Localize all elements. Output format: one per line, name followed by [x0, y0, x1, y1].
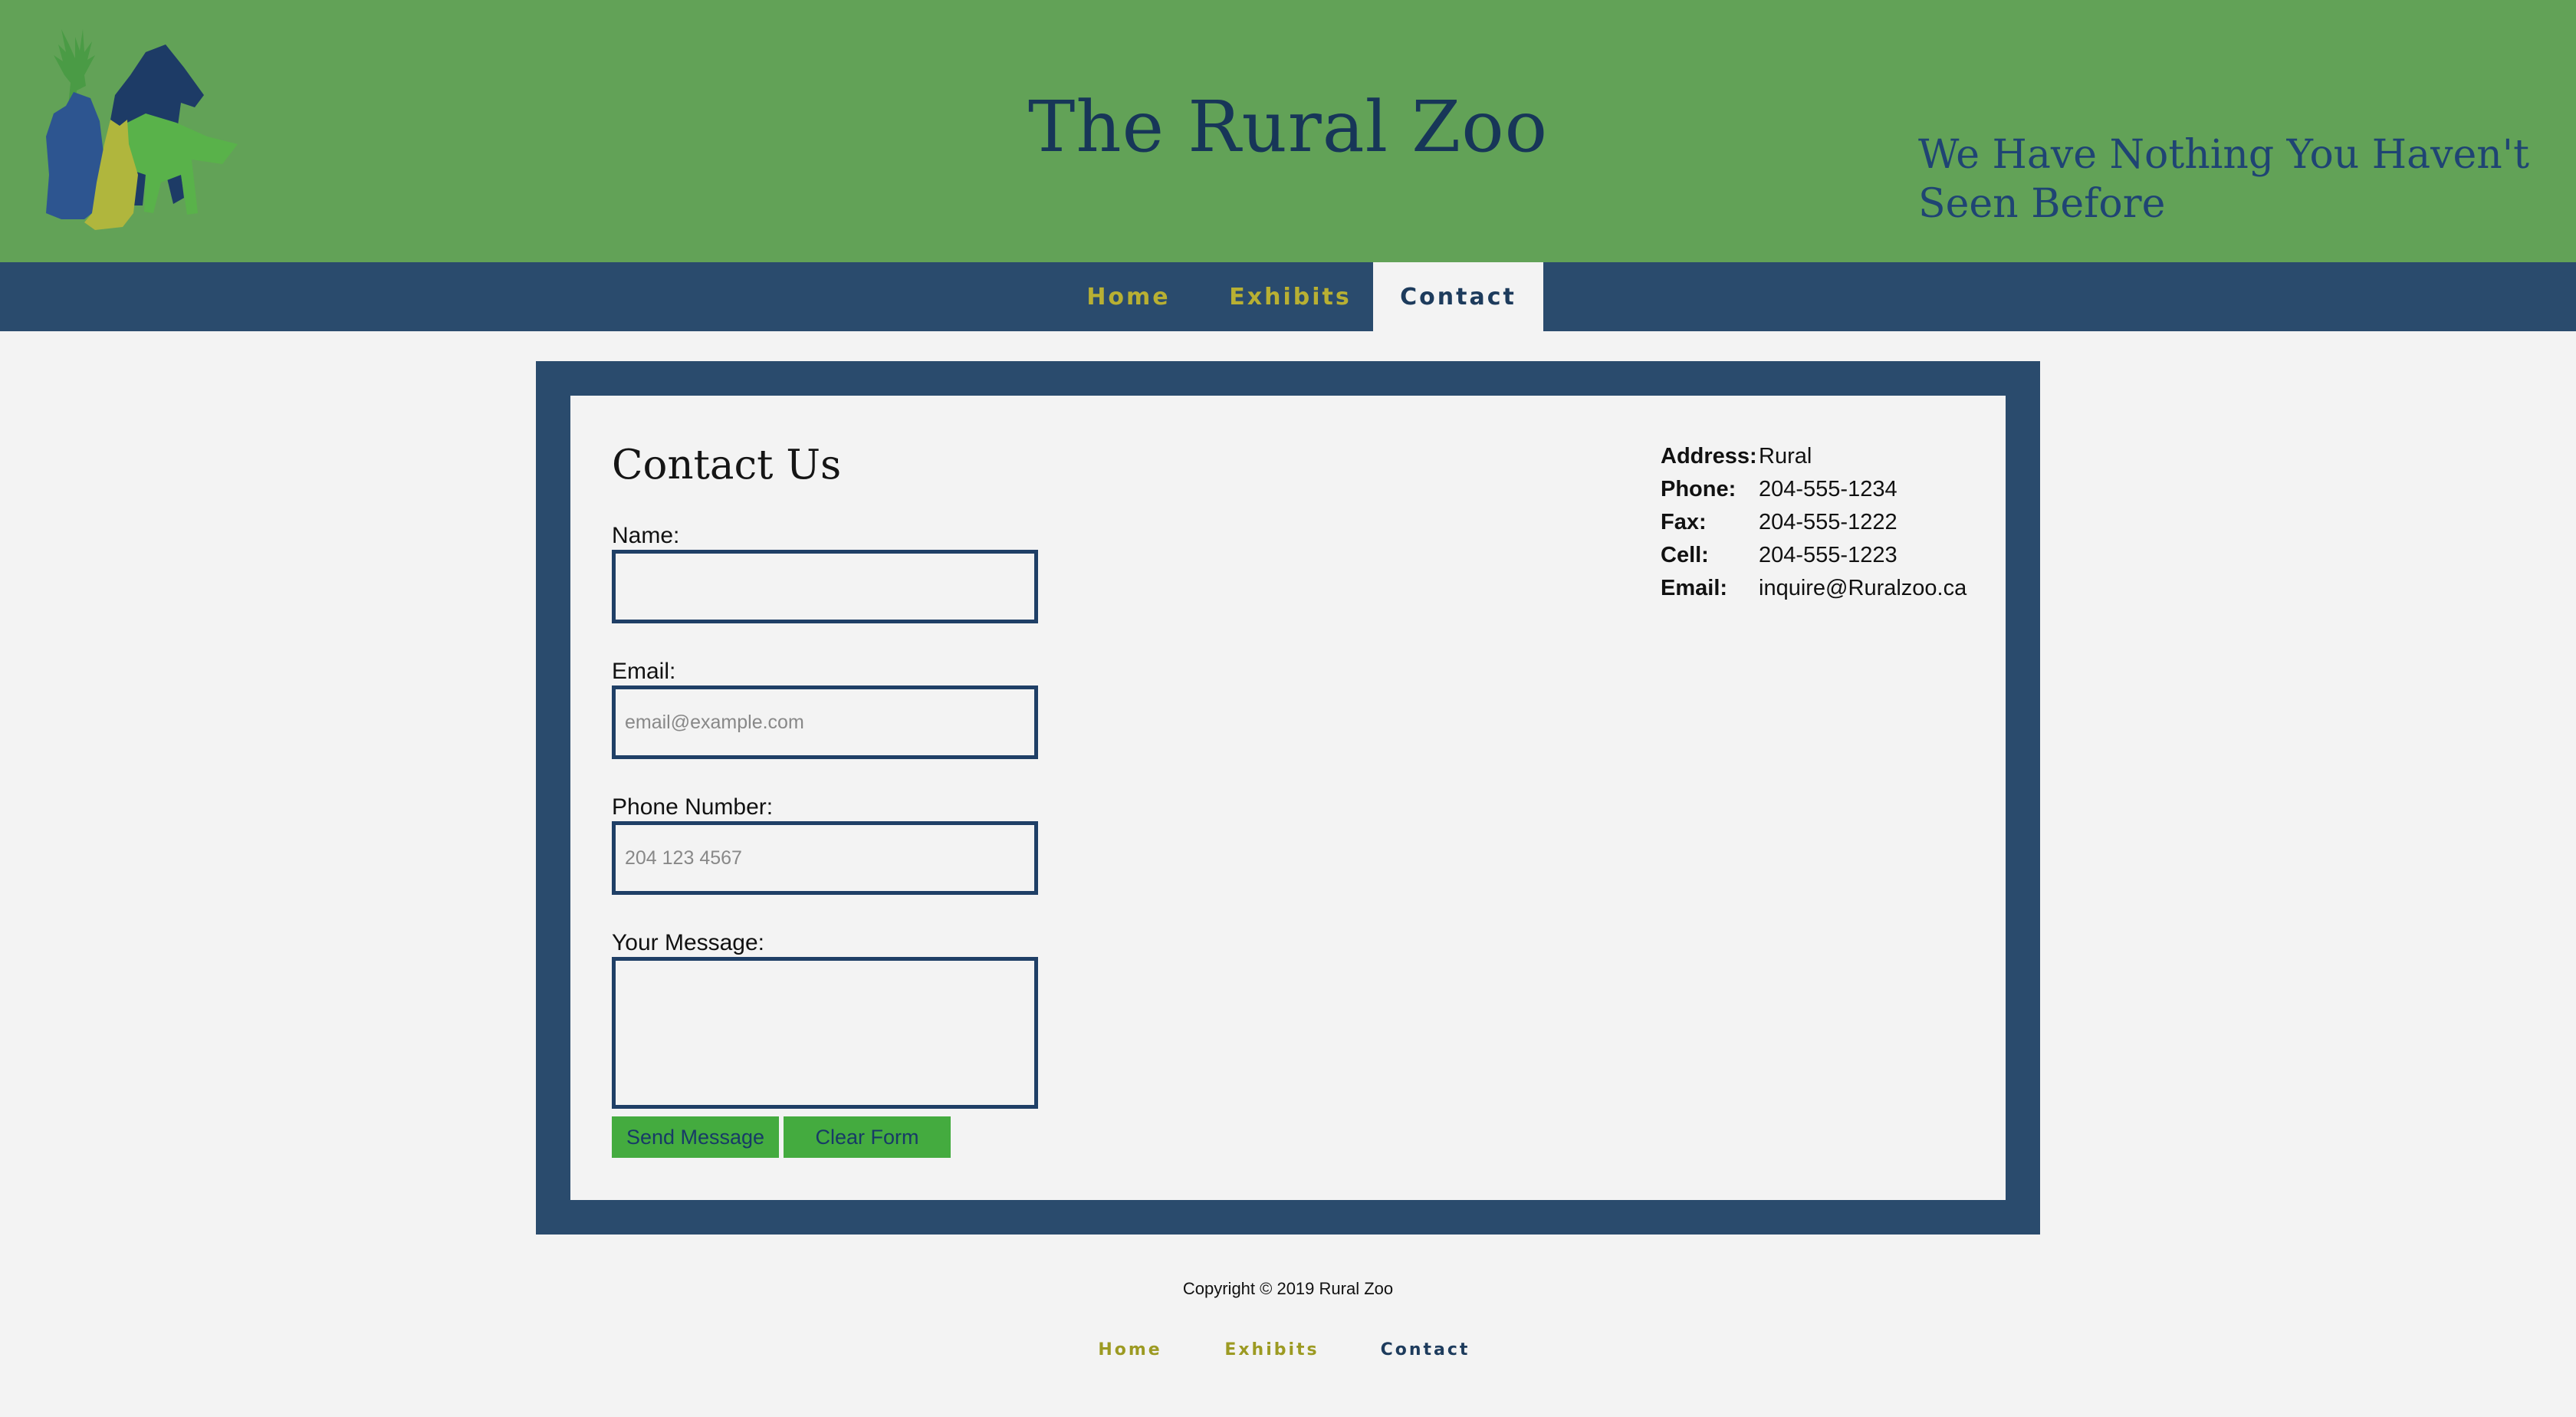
nav-home-link[interactable]: Home: [1050, 262, 1208, 331]
message-label: Your Message:: [612, 930, 765, 955]
main-nav: Home Exhibits Contact: [0, 262, 2576, 331]
nav-contact-link[interactable]: Contact: [1373, 262, 1543, 331]
contact-info: Address: Rural Phone: 204-555-1234 Fax: …: [1661, 440, 1967, 605]
message-textarea[interactable]: [612, 957, 1038, 1109]
phone-label: Phone Number:: [612, 794, 774, 820]
footer-nav: Home Exhibits Contact: [0, 1340, 2576, 1359]
info-row-address: Address: Rural: [1661, 440, 1967, 473]
copyright-text: Copyright © 2019 Rural Zoo: [1182, 1279, 1394, 1298]
name-input[interactable]: [612, 550, 1038, 623]
info-value: 204-555-1234: [1759, 477, 1898, 501]
info-row-cell: Cell: 204-555-1223: [1661, 539, 1967, 572]
footer-contact-link[interactable]: Contact: [1349, 1340, 1502, 1359]
phone-input[interactable]: [612, 821, 1038, 895]
email-input[interactable]: [612, 685, 1038, 759]
info-row-fax: Fax: 204-555-1222: [1661, 506, 1967, 539]
info-value: Rural: [1759, 444, 1812, 468]
info-row-phone: Phone: 204-555-1234: [1661, 473, 1967, 506]
content-frame: Contact Us Name: Email: Phone Number: Yo…: [536, 361, 2040, 1235]
tagline: We Have Nothing You Haven't Seen Before: [1918, 132, 2529, 227]
footer-home-link[interactable]: Home: [1065, 1340, 1195, 1359]
content-panel: Contact Us Name: Email: Phone Number: Yo…: [570, 396, 2006, 1200]
name-label: Name:: [612, 523, 680, 548]
clear-form-button[interactable]: Clear Form: [784, 1116, 951, 1158]
info-key: Phone:: [1661, 477, 1737, 501]
info-key: Fax:: [1661, 510, 1707, 534]
info-key: Email:: [1661, 576, 1728, 600]
contact-title: Contact Us: [612, 442, 842, 488]
footer-exhibits-link[interactable]: Exhibits: [1195, 1340, 1349, 1359]
site-header: The Rural Zoo We Have Nothing You Haven'…: [0, 0, 2576, 262]
info-value: 204-555-1223: [1759, 543, 1898, 567]
nav-exhibits-link[interactable]: Exhibits: [1208, 262, 1373, 331]
info-value: inquire@Ruralzoo.ca: [1759, 576, 1967, 600]
info-value: 204-555-1222: [1759, 510, 1898, 534]
email-label: Email:: [612, 659, 676, 684]
info-key: Cell:: [1661, 543, 1709, 567]
info-key: Address:: [1661, 444, 1757, 468]
send-message-button[interactable]: Send Message: [612, 1116, 779, 1158]
info-row-email: Email: inquire@Ruralzoo.ca: [1661, 572, 1967, 605]
